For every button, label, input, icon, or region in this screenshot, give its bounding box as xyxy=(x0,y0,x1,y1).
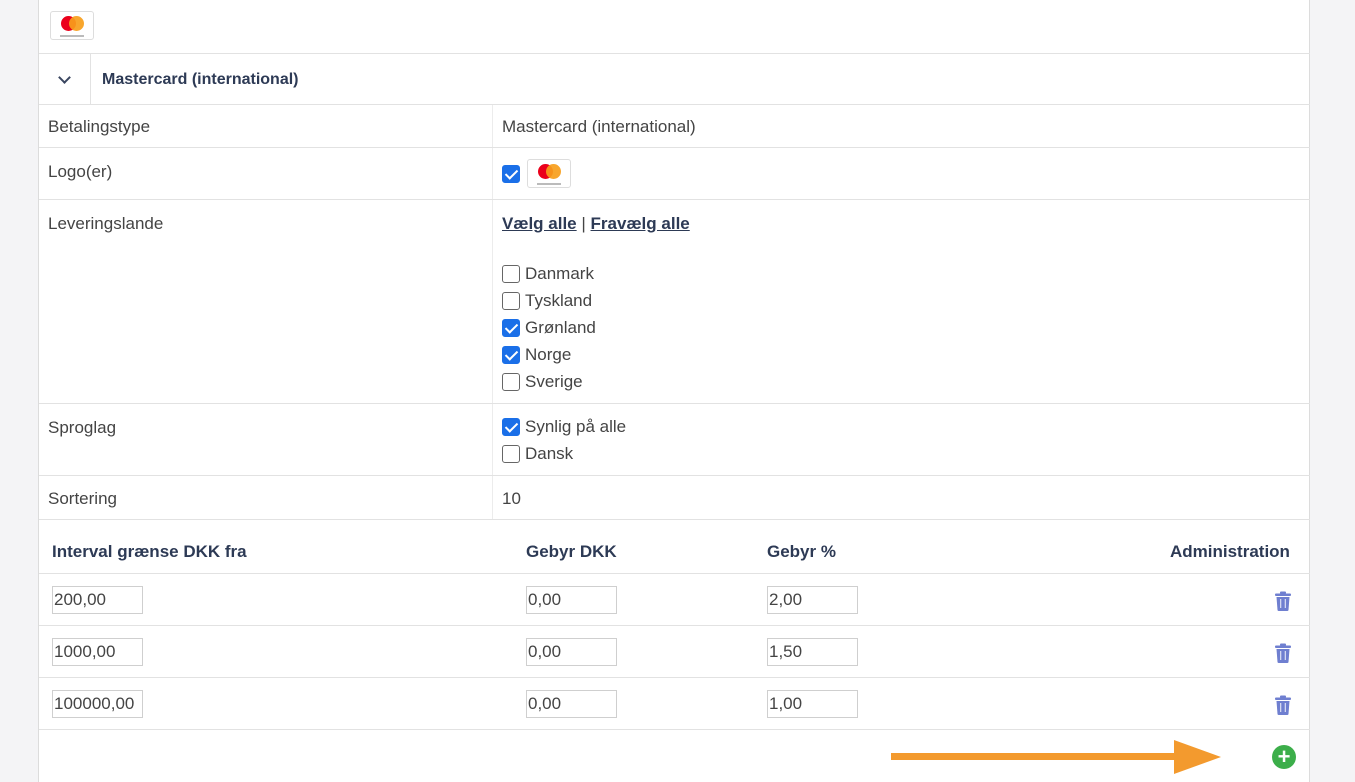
country-label: Sverige xyxy=(525,372,583,391)
country-option-gronland[interactable]: Grønland xyxy=(502,318,596,338)
header-fee-dkk: Gebyr DKK xyxy=(526,542,617,561)
link-separator: | xyxy=(581,214,586,233)
country-checkbox-danmark[interactable] xyxy=(502,265,520,283)
select-all-link[interactable]: Vælg alle xyxy=(502,214,577,233)
trash-icon[interactable] xyxy=(1274,695,1292,715)
plus-circle-icon[interactable]: + xyxy=(1272,745,1296,769)
fee-dkk-input[interactable] xyxy=(526,586,617,614)
fee-pct-input[interactable] xyxy=(767,586,858,614)
payment-type-label: Betalingstype xyxy=(48,117,151,136)
language-checkbox-all[interactable] xyxy=(502,418,520,436)
deselect-all-link[interactable]: Fravælg alle xyxy=(591,214,690,233)
language-option-dansk[interactable]: Dansk xyxy=(502,444,573,464)
country-option-danmark[interactable]: Danmark xyxy=(502,264,594,284)
row-languages: Sproglag Synlig på alle Dansk xyxy=(39,404,1310,476)
header-administration: Administration xyxy=(1170,542,1290,561)
trash-icon[interactable] xyxy=(1274,643,1292,663)
logos-label: Logo(er) xyxy=(48,162,113,181)
country-checkbox-sverige[interactable] xyxy=(502,373,520,391)
row-sorting: Sortering 10 xyxy=(39,476,1310,520)
section-header: Mastercard (international) xyxy=(39,53,1310,105)
fee-dkk-input[interactable] xyxy=(526,638,617,666)
interval-from-input[interactable] xyxy=(52,638,143,666)
fee-dkk-input[interactable] xyxy=(526,690,617,718)
country-label: Tyskland xyxy=(525,291,593,310)
languages-label: Sproglag xyxy=(48,418,117,437)
header-interval: Interval grænse DKK fra xyxy=(52,542,247,561)
mastercard-logo xyxy=(50,11,94,40)
table-row xyxy=(39,677,1310,729)
interval-from-input[interactable] xyxy=(52,586,143,614)
table-row xyxy=(39,625,1310,677)
country-option-tyskland[interactable]: Tyskland xyxy=(502,291,592,311)
table-row xyxy=(39,573,1310,625)
country-option-norge[interactable]: Norge xyxy=(502,345,571,365)
country-checkbox-tyskland[interactable] xyxy=(502,292,520,310)
fee-pct-input[interactable] xyxy=(767,690,858,718)
section-title: Mastercard (international) xyxy=(102,71,299,88)
country-checkbox-gronland[interactable] xyxy=(502,319,520,337)
country-label: Norge xyxy=(525,345,572,364)
row-countries: Leveringslande Vælg alle | Fravælg alle … xyxy=(39,200,1310,404)
mastercard-logo xyxy=(527,159,571,188)
row-logos: Logo(er) xyxy=(39,148,1310,200)
collapse-toggle[interactable] xyxy=(39,54,91,105)
language-label: Dansk xyxy=(525,444,574,463)
payment-type-value: Mastercard (international) xyxy=(502,117,696,136)
interval-from-input[interactable] xyxy=(52,690,143,718)
sorting-label: Sortering xyxy=(48,489,117,508)
country-checkbox-norge[interactable] xyxy=(502,346,520,364)
fee-pct-input[interactable] xyxy=(767,638,858,666)
countries-label: Leveringslande xyxy=(48,214,164,233)
country-label: Danmark xyxy=(525,264,594,283)
chevron-down-icon xyxy=(58,70,71,84)
logo-checkbox[interactable] xyxy=(502,164,520,183)
header-fee-pct: Gebyr % xyxy=(767,542,836,561)
select-links: Vælg alle | Fravælg alle xyxy=(502,214,690,234)
language-checkbox-dansk[interactable] xyxy=(502,445,520,463)
payment-method-panel: Mastercard (international) Betalingstype… xyxy=(38,0,1310,782)
row-payment-type: Betalingstype Mastercard (international) xyxy=(39,105,1310,148)
language-label: Synlig på alle xyxy=(525,417,627,436)
country-label: Grønland xyxy=(525,318,596,337)
country-option-sverige[interactable]: Sverige xyxy=(502,372,583,392)
language-option-all[interactable]: Synlig på alle xyxy=(502,417,626,437)
sorting-value: 10 xyxy=(502,489,521,508)
trash-icon[interactable] xyxy=(1274,591,1292,611)
orange-arrow xyxy=(891,740,1221,774)
